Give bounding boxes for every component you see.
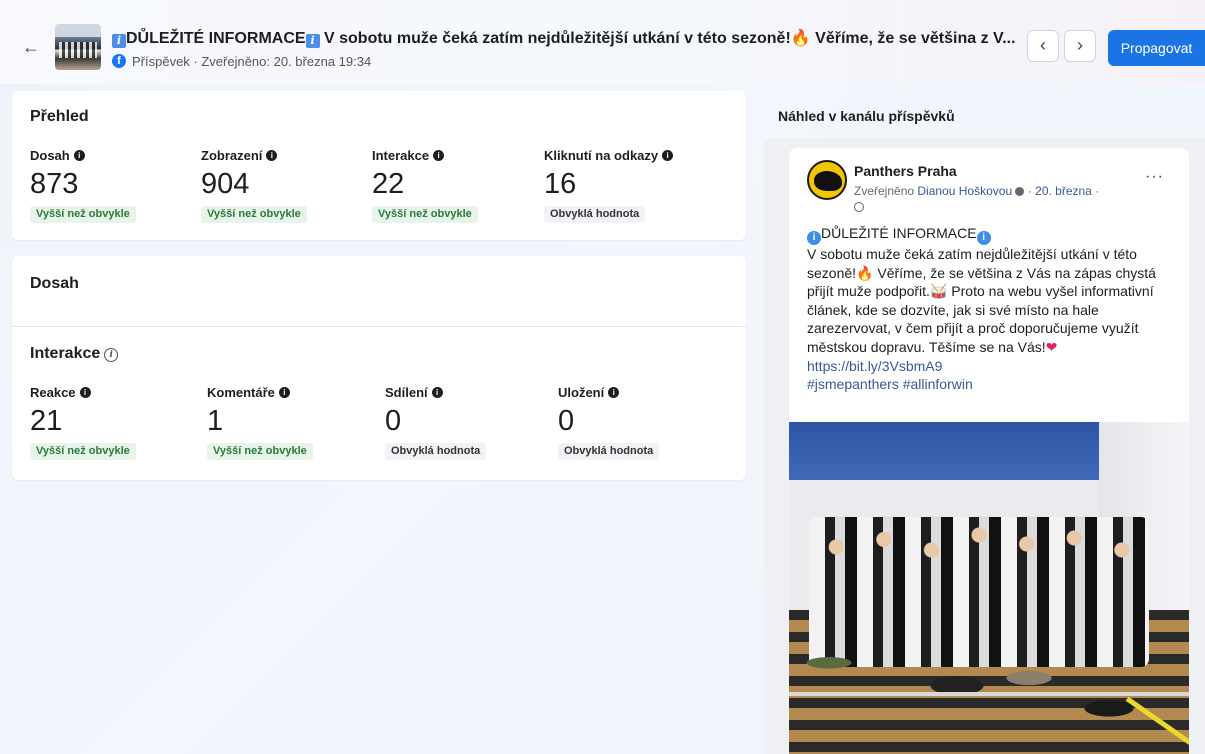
metric-value: 22 [372, 168, 405, 200]
back-arrow-icon[interactable]: ← [20, 36, 42, 58]
reach-interactions-card: Dosah Interakce i Reakce i 21 Vyšší než ob… [12, 256, 746, 480]
metric-label: Kliknutí na odkazy [544, 147, 659, 163]
drum-icon: 🥁 [929, 283, 948, 300]
status-badge: Vyšší než obvykle [30, 206, 136, 223]
reach-title: Dosah [30, 275, 79, 292]
metric-label: Interakce [372, 147, 430, 163]
post-meta: Zveřejněno Dianou Hoškovou · 20. března … [854, 183, 1144, 215]
status-badge: Obvyklá hodnota [558, 443, 660, 460]
status-badge: Vyšší než obvykle [207, 443, 313, 460]
metric-label: Sdílení [385, 384, 428, 400]
status-badge: Vyšší než obvykle [30, 443, 136, 460]
title-main: V sobotu muže čeká zatím nejdůležitější … [324, 30, 791, 47]
status-badge: Obvyklá hodnota [544, 206, 646, 223]
info-icon[interactable]: i [278, 386, 290, 398]
fire-icon: 🔥 [790, 30, 811, 47]
info-icon[interactable]: i [73, 149, 85, 161]
title-prefix: DŮLEŽITÉ INFORMACE [126, 30, 306, 47]
info-icon[interactable]: i [79, 386, 91, 398]
metric-value: 21 [30, 405, 63, 437]
metric-reach: Dosah i 873 Vyšší než obvykle [30, 147, 200, 223]
post-hashtags[interactable]: #jsmepanthers #allinforwin [807, 375, 1177, 394]
info-square-icon: i [112, 34, 126, 48]
metric-label: Reakce [30, 384, 76, 400]
info-square-icon: i [305, 34, 320, 48]
meta-prefix: Zveřejněno [854, 184, 915, 198]
post-thumbnail [55, 24, 101, 70]
overview-card: Přehled Dosah i 873 Vyšší než obvykle Zob… [12, 91, 746, 240]
post-link[interactable]: https://bit.ly/3VsbmA9 [807, 357, 1177, 376]
post-preview: Panthers Praha Zveřejněno Dianou Hoškovo… [789, 148, 1189, 754]
overview-title: Přehled [30, 108, 89, 125]
more-options-icon[interactable]: ··· [1145, 168, 1164, 186]
metric-label: Zobrazení [201, 147, 263, 163]
info-icon[interactable]: i [433, 149, 445, 161]
status-badge: Vyšší než obvykle [201, 206, 307, 223]
metric-impressions: Zobrazení i 904 Vyšší než obvykle [201, 147, 371, 223]
photo-rail [789, 692, 1189, 696]
page-name[interactable]: Panthers Praha [854, 163, 957, 179]
info-dot-icon [1015, 187, 1025, 196]
post-text: i DŮLEŽITÉ INFORMACE i V sobotu muže čeká … [807, 224, 1177, 394]
info-icon[interactable]: i [431, 386, 443, 398]
title-tail: Věříme, že se většina z V... [815, 30, 1016, 47]
metric-shares: Sdílení i 0 Obvyklá hodnota [385, 384, 555, 460]
metric-reactions: Reakce i 21 Vyšší než obvykle [30, 384, 200, 460]
metric-value: 1 [207, 405, 224, 437]
post-published-text: Příspěvek · Zveřejněno: 20. března 19:34 [132, 53, 372, 69]
interactions-title: Interakce i [30, 345, 119, 363]
metric-value: 0 [385, 405, 402, 437]
status-badge: Vyšší než obvykle [372, 206, 478, 223]
interactions-title-text: Interakce [30, 345, 101, 362]
preview-title: Náhled v kanálu příspěvků [778, 108, 955, 124]
page-header: ← i DŮLEŽITÉ INFORMACE i V sobotu muže ček… [0, 0, 1205, 84]
info-icon[interactable]: i [662, 149, 674, 161]
promote-button[interactable]: Propagovat [1108, 30, 1205, 66]
metric-saves: Uložení i 0 Obvyklá hodnota [558, 384, 728, 460]
post-heading: DŮLEŽITÉ INFORMACE [821, 225, 977, 241]
metric-label: Uložení [558, 384, 605, 400]
post-date-link[interactable]: 20. března [1035, 184, 1092, 198]
heart-icon: ❤ [1045, 338, 1058, 355]
divider [12, 326, 746, 327]
fire-icon: 🔥 [856, 264, 874, 281]
post-photo[interactable] [789, 422, 1189, 754]
next-post-button[interactable]: › [1064, 30, 1096, 62]
post-title: i DŮLEŽITÉ INFORMACE i V sobotu muže čeká … [112, 28, 1022, 50]
info-circle-icon[interactable]: i [104, 348, 119, 362]
status-badge: Obvyklá hodnota [385, 443, 487, 460]
metric-label: Dosah [30, 147, 70, 163]
metric-value: 873 [30, 168, 79, 200]
photo-curtain [789, 422, 1099, 480]
globe-icon [854, 202, 864, 212]
metric-link-clicks: Kliknutí na odkazy i 16 Obvyklá hodnota [544, 147, 714, 223]
avatar[interactable] [807, 160, 847, 200]
metric-comments: Komentáře i 1 Vyšší než obvykle [207, 384, 377, 460]
author-link[interactable]: Dianou Hoškovou [917, 184, 1012, 198]
info-icon[interactable]: i [266, 149, 278, 161]
metric-value: 0 [558, 405, 575, 437]
info-circle-icon: i [807, 231, 821, 245]
metric-value: 16 [544, 168, 577, 200]
metric-label: Komentáře [207, 384, 275, 400]
post-subtitle: f Příspěvek · Zveřejněno: 20. března 19:… [112, 52, 371, 70]
photo-front-row [789, 602, 1189, 754]
facebook-icon: f [112, 54, 126, 68]
previous-post-button[interactable]: ‹ [1027, 30, 1059, 62]
metric-value: 904 [201, 168, 250, 200]
info-icon[interactable]: i [608, 386, 620, 398]
metric-interactions: Interakce i 22 Vyšší než obvykle [372, 147, 542, 223]
info-circle-icon: i [976, 231, 991, 245]
